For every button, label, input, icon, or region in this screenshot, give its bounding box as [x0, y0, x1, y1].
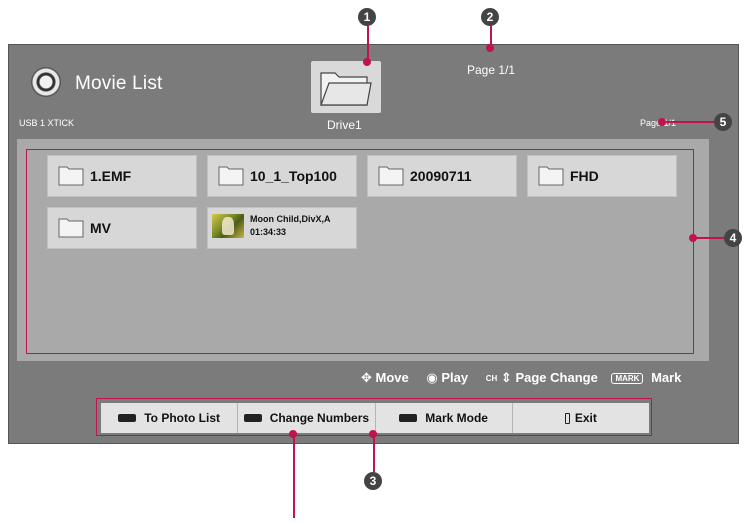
callout-2: 2 — [481, 8, 499, 26]
callout-dot — [658, 118, 666, 126]
key-legend: ✥ Move ◉ Play CH ⇕ Page Change MARK Mark — [361, 370, 681, 386]
callout-dot — [363, 58, 371, 66]
page-indicator-top: Page 1/1 — [467, 63, 516, 77]
move-arrows-icon: ✥ — [361, 370, 372, 385]
drive-folder-button[interactable] — [311, 61, 381, 113]
callout-5: 5 — [714, 113, 732, 131]
callout-line — [694, 237, 724, 239]
drive-label: Drive1 — [327, 118, 362, 132]
ch-badge: CH — [485, 374, 498, 384]
callout-3: 3 — [364, 472, 382, 490]
callout-4: 4 — [724, 229, 742, 247]
legend-move: Move — [375, 370, 409, 385]
legend-play: Play — [441, 370, 469, 385]
legend-page-change: Page Change — [515, 370, 598, 385]
callout-line — [367, 26, 369, 62]
callout-line — [490, 26, 492, 46]
play-dot-icon: ◉ — [426, 370, 438, 385]
file-list-highlight — [26, 149, 694, 354]
mark-badge: MARK — [611, 373, 644, 385]
callout-dot — [486, 44, 494, 52]
callout-1: 1 — [358, 8, 376, 26]
callout-line — [373, 436, 375, 472]
usb-device-label: USB 1 XTICK — [19, 118, 75, 128]
callout-line — [293, 436, 295, 518]
callout-line — [666, 121, 714, 123]
page-title: Movie List — [75, 73, 163, 94]
movie-reel-icon — [31, 67, 61, 97]
folder-icon — [320, 72, 372, 106]
ch-updown-icon: ⇕ — [500, 370, 512, 385]
legend-mark: Mark — [651, 370, 682, 385]
